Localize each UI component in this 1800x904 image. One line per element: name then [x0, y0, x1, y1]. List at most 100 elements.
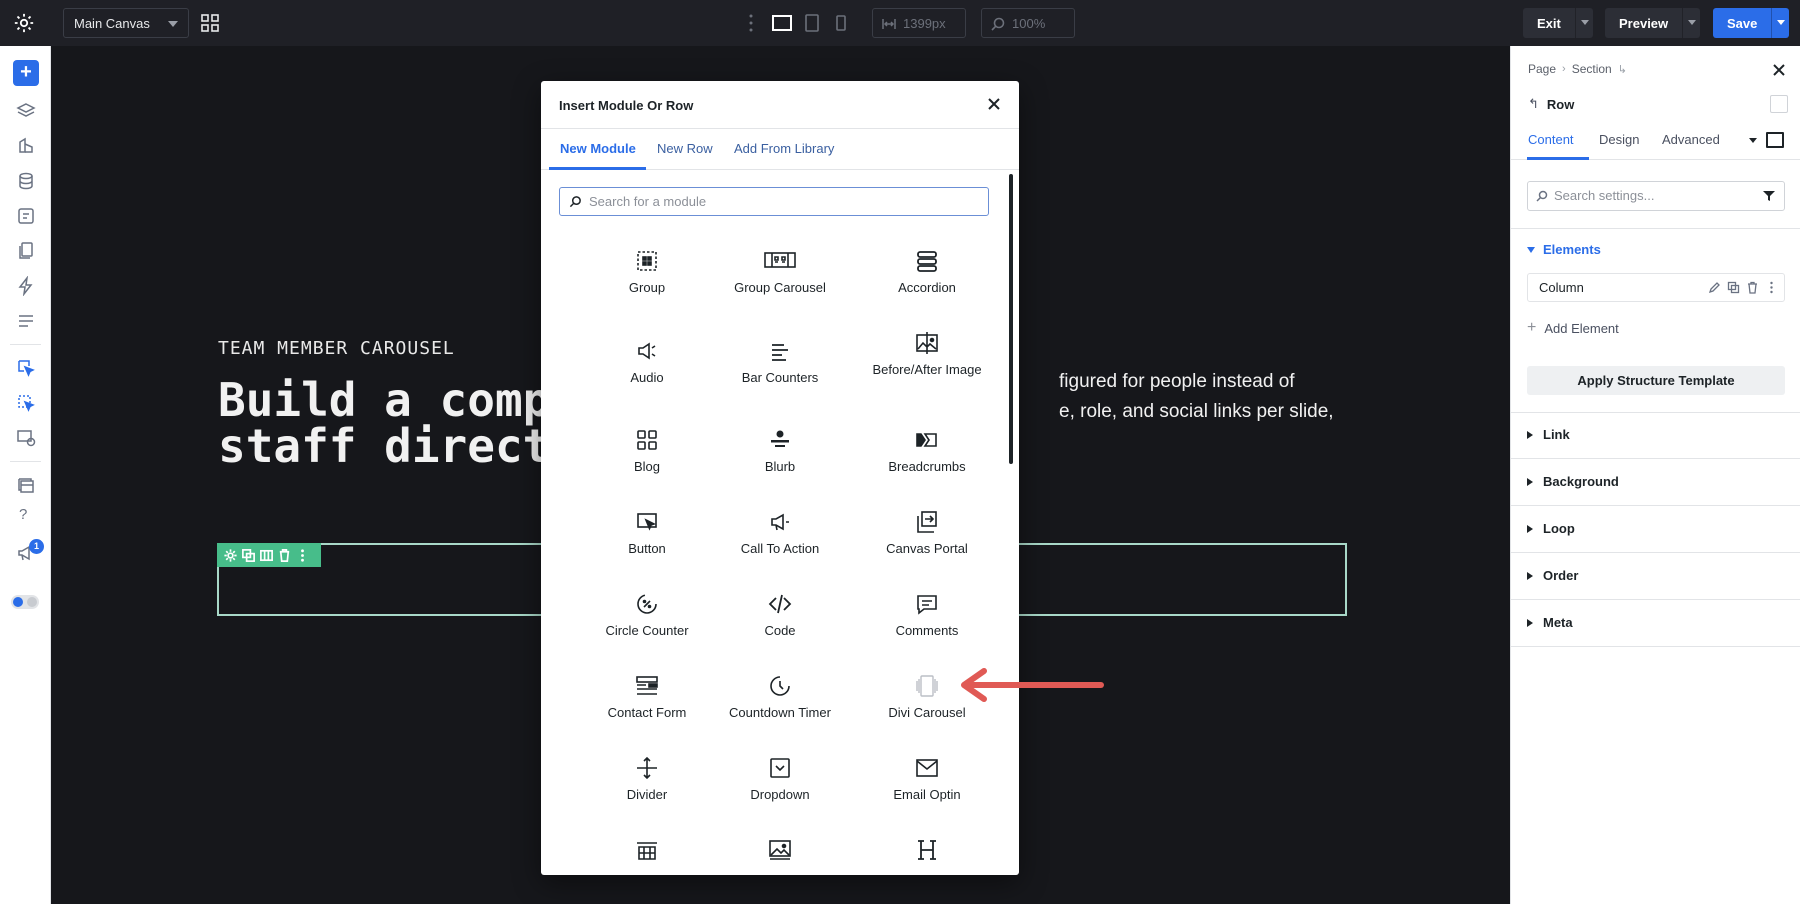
module-countdown-timer[interactable]: Countdown Timer: [710, 674, 850, 742]
more-vertical-icon[interactable]: [748, 13, 754, 33]
phone-view-icon[interactable]: [830, 12, 852, 34]
module-button[interactable]: Button: [577, 510, 717, 578]
grid-icon[interactable]: [200, 13, 220, 33]
back-icon[interactable]: ↰: [1528, 96, 1539, 112]
database-icon[interactable]: [16, 171, 36, 191]
panel-options-icon[interactable]: [1770, 95, 1788, 113]
exit-dropdown-icon[interactable]: [1574, 8, 1593, 38]
module-comments[interactable]: Comments: [857, 592, 997, 660]
responsive-icon[interactable]: [16, 428, 36, 448]
delete-icon[interactable]: [1746, 281, 1759, 294]
apply-structure-template-button[interactable]: Apply Structure Template: [1527, 366, 1785, 395]
countdown-timer-icon: [770, 676, 790, 696]
module-gallery[interactable]: [710, 838, 850, 875]
section-order[interactable]: Order: [1527, 568, 1578, 583]
exit-button[interactable]: Exit: [1523, 8, 1593, 38]
more-vertical-icon[interactable]: [1765, 281, 1778, 294]
module-label: Button: [628, 541, 666, 556]
module-email-optin[interactable]: Email Optin: [857, 756, 997, 824]
module-breadcrumbs[interactable]: Breadcrumbs: [857, 428, 997, 496]
module-circle-counter[interactable]: Circle Counter: [577, 592, 717, 660]
module-bar-counters[interactable]: Bar Counters: [710, 339, 850, 407]
duplicate-icon[interactable]: [1727, 281, 1740, 294]
tab-new-row[interactable]: New Row: [657, 141, 713, 156]
width-icon: [882, 19, 896, 29]
lightning-icon[interactable]: [16, 276, 36, 296]
preset-icon[interactable]: [1766, 132, 1784, 148]
tab-new-module[interactable]: New Module: [560, 141, 636, 156]
click-mode-icon[interactable]: [16, 358, 36, 378]
module-heading[interactable]: [857, 838, 997, 875]
save-button[interactable]: Save: [1713, 8, 1790, 38]
breadcrumb-section[interactable]: Section: [1572, 62, 1612, 76]
tab-design[interactable]: Design: [1599, 132, 1639, 147]
library-icon[interactable]: [16, 476, 36, 496]
tab-content[interactable]: Content: [1528, 132, 1574, 147]
plus-icon[interactable]: +: [13, 60, 39, 86]
module-divider[interactable]: Divider: [577, 756, 717, 824]
add-element-button[interactable]: + Add Element: [1527, 319, 1619, 337]
module-label: Canvas Portal: [886, 541, 968, 556]
section-meta[interactable]: Meta: [1527, 615, 1573, 630]
tablet-view-icon[interactable]: [801, 12, 823, 34]
section-loop[interactable]: Loop: [1527, 521, 1575, 536]
module-dropdown[interactable]: Dropdown: [710, 756, 850, 824]
tab-advanced[interactable]: Advanced: [1662, 132, 1720, 147]
module-audio[interactable]: Audio: [577, 339, 717, 407]
module-before-after-image[interactable]: Before/After Image: [857, 331, 997, 399]
settings-search-input[interactable]: Search settings...: [1527, 181, 1785, 211]
code-icon: [768, 594, 792, 614]
close-icon[interactable]: [985, 95, 1003, 113]
close-icon[interactable]: [1772, 63, 1786, 77]
module-filterable-portfolio[interactable]: [577, 838, 717, 875]
desktop-view-icon[interactable]: [771, 12, 793, 34]
row-columns-icon[interactable]: [259, 548, 274, 563]
module-canvas-portal[interactable]: Canvas Portal: [857, 510, 997, 578]
canvas-width-field[interactable]: 1399px: [872, 8, 966, 38]
elements-toggle[interactable]: Elements: [1527, 242, 1601, 257]
edit-icon[interactable]: [1708, 281, 1721, 294]
section-background[interactable]: Background: [1527, 474, 1619, 489]
panel-divider: [1511, 599, 1800, 600]
chevron-down-icon: [168, 21, 178, 27]
module-accordion[interactable]: Accordion: [857, 249, 997, 317]
gear-icon[interactable]: [13, 12, 35, 34]
modal-scrollbar[interactable]: [1009, 174, 1013, 464]
filter-icon[interactable]: [1762, 189, 1776, 203]
module-call-to-action[interactable]: Call To Action: [710, 510, 850, 578]
tab-add-from-library[interactable]: Add From Library: [734, 141, 834, 156]
row-settings-icon[interactable]: [223, 548, 238, 563]
section-label: Link: [1543, 427, 1570, 442]
chevron-down-icon[interactable]: [1749, 138, 1757, 143]
preview-dropdown-icon[interactable]: [1682, 8, 1700, 38]
panel-divider: [1511, 552, 1800, 553]
theme-toggle[interactable]: [11, 595, 39, 609]
pages-icon[interactable]: [16, 241, 36, 261]
module-contact-form[interactable]: Contact Form: [577, 674, 717, 742]
canvas-select[interactable]: Main Canvas: [63, 8, 189, 38]
column-item[interactable]: Column: [1527, 273, 1785, 302]
panel-divider: [1511, 228, 1800, 229]
save-dropdown-icon[interactable]: [1771, 8, 1789, 38]
wireframe-icon[interactable]: [16, 136, 36, 156]
breadcrumb-page[interactable]: Page: [1528, 62, 1556, 76]
help-icon[interactable]: ?: [19, 506, 27, 523]
gallery-icon: [769, 840, 791, 860]
module-group-carousel[interactable]: Group Carousel: [710, 249, 850, 317]
portability-icon[interactable]: [16, 206, 36, 226]
layers-icon[interactable]: [16, 101, 36, 121]
module-blog[interactable]: Blog: [577, 428, 717, 496]
row-more-icon[interactable]: [295, 548, 310, 563]
list-icon[interactable]: [16, 311, 36, 331]
divi-carousel-icon: [916, 675, 938, 697]
preview-button[interactable]: Preview: [1605, 8, 1701, 38]
select-mode-icon[interactable]: [16, 393, 36, 413]
module-blurb[interactable]: Blurb: [710, 428, 850, 496]
module-group[interactable]: Group: [577, 249, 717, 317]
module-code[interactable]: Code: [710, 592, 850, 660]
row-delete-icon[interactable]: [277, 548, 292, 563]
zoom-field[interactable]: 100%: [981, 8, 1075, 38]
row-duplicate-icon[interactable]: [241, 548, 256, 563]
module-search-input[interactable]: Search for a module: [559, 187, 989, 216]
section-link[interactable]: Link: [1527, 427, 1570, 442]
